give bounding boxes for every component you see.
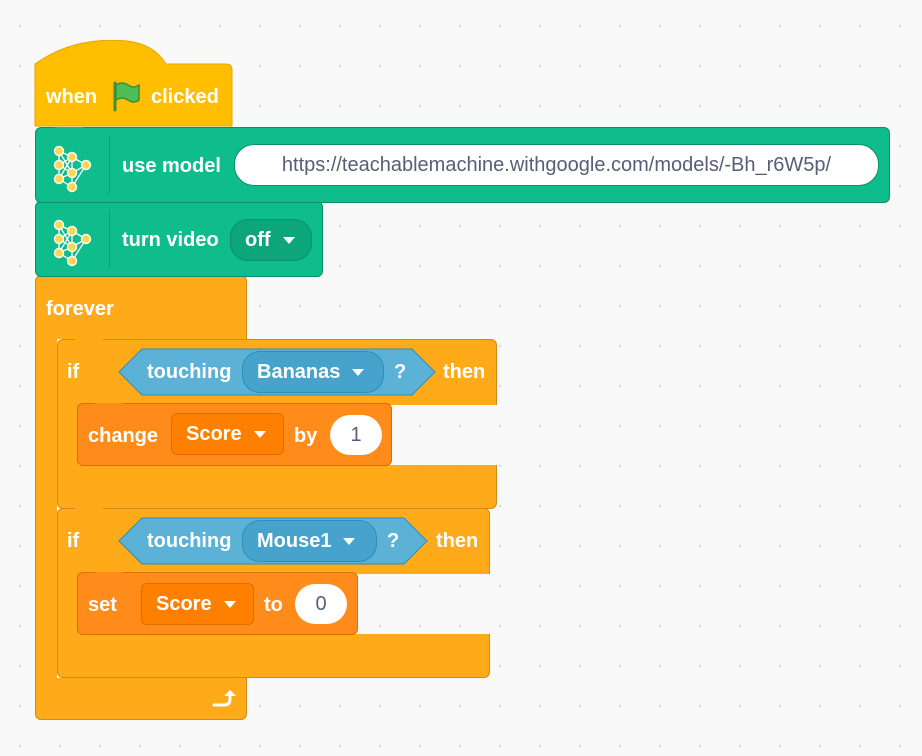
clicked-label: clicked (151, 86, 219, 108)
chevron-down-icon (343, 537, 356, 545)
if-label: if (67, 361, 80, 383)
variable-dropdown[interactable]: Score (171, 413, 284, 455)
then-label: then (443, 361, 486, 383)
teachable-machine-icon (53, 219, 92, 267)
when-label: when (46, 86, 98, 108)
dropdown-value: off (245, 229, 271, 251)
dropdown-value: Mouse1 (257, 530, 332, 552)
touching-label: touching (147, 361, 232, 383)
by-label: by (294, 425, 318, 447)
divider (109, 210, 110, 268)
chevron-down-icon (223, 600, 236, 608)
dropdown-value: Score (156, 593, 212, 615)
notch (75, 508, 103, 516)
to-label: to (264, 594, 283, 616)
if-block-2-bottom (57, 634, 490, 678)
video-state-dropdown[interactable]: off (230, 219, 312, 261)
notch (95, 403, 123, 411)
dropdown-value: Bananas (257, 361, 341, 383)
teachable-machine-icon (53, 145, 92, 193)
question-mark: ? (387, 530, 400, 552)
if-block-1-arm (57, 400, 79, 470)
set-value-input[interactable]: 0 (295, 584, 347, 624)
use-model-label: use model (122, 155, 221, 177)
if-block-1-bottom (57, 465, 497, 509)
then-label: then (436, 530, 479, 552)
dropdown-value: Score (186, 423, 242, 445)
green-flag-icon (113, 81, 140, 112)
chevron-down-icon (253, 430, 266, 438)
chevron-down-icon (352, 368, 365, 376)
change-label: change (88, 425, 159, 447)
change-value-input[interactable]: 1 (330, 415, 382, 455)
touching-target-dropdown[interactable]: Bananas (242, 351, 384, 393)
chevron-down-icon (282, 236, 295, 244)
touching-target-dropdown[interactable]: Mouse1 (242, 520, 377, 562)
forever-label: forever (46, 298, 114, 320)
forever-arm (35, 330, 57, 690)
touching-label: touching (147, 530, 232, 552)
turn-video-label: turn video (122, 229, 219, 251)
if-block-2-arm (57, 570, 79, 640)
if-label: if (67, 530, 80, 552)
divider (109, 136, 110, 194)
notch (95, 572, 123, 580)
variable-dropdown[interactable]: Score (141, 583, 254, 625)
notch (75, 339, 103, 347)
loop-arrow-icon (212, 690, 236, 707)
model-url-input[interactable]: https://teachablemachine.withgoogle.com/… (234, 144, 879, 186)
set-label: set (88, 594, 117, 616)
question-mark: ? (394, 361, 407, 383)
